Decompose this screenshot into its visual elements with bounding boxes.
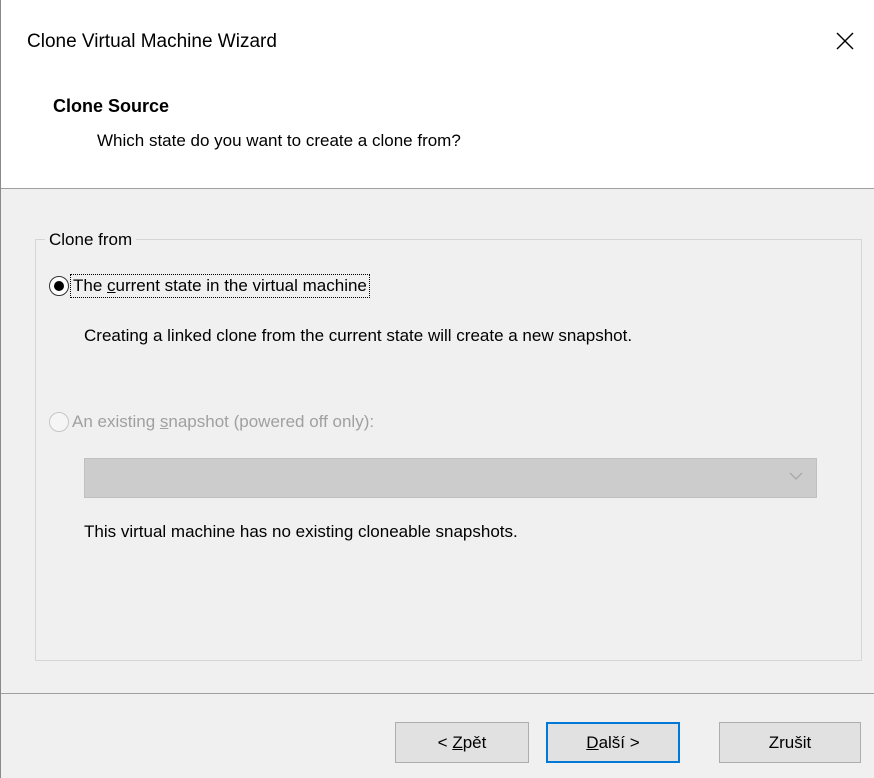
close-icon — [836, 32, 854, 50]
back-button-label-pre: < — [437, 732, 453, 752]
close-button[interactable] — [815, 16, 874, 66]
back-button-label-post: pět — [462, 732, 487, 752]
title-bar: Clone Virtual Machine Wizard — [1, 0, 874, 72]
current-state-description: Creating a linked clone from the current… — [84, 326, 633, 345]
back-button[interactable]: < Zpět — [395, 722, 529, 763]
page-subtitle: Which state do you want to create a clon… — [97, 131, 461, 150]
clone-from-groupbox — [35, 239, 862, 661]
next-button-access-key: D — [586, 732, 599, 752]
radio-selected-dot — [54, 281, 64, 291]
page-title: Clone Source — [53, 96, 170, 116]
snapshot-select[interactable] — [84, 458, 817, 498]
clone-vm-wizard-dialog: Clone Virtual Machine Wizard Clone Sourc… — [0, 0, 874, 778]
no-snapshots-message: This virtual machine has no existing clo… — [84, 522, 518, 541]
cancel-button[interactable]: Zrušit — [719, 722, 861, 763]
current-state-label-post: urrent state in the virtual machine — [115, 276, 367, 295]
current-state-radio-option[interactable]: The current state in the virtual machine — [49, 274, 370, 298]
clone-from-group-label: Clone from — [45, 230, 137, 250]
current-state-radio-label[interactable]: The current state in the virtual machine — [70, 274, 370, 298]
existing-snapshot-label-pre: An existing — [72, 412, 160, 431]
existing-snapshot-radio-option[interactable]: An existing snapshot (powered off only): — [49, 412, 374, 432]
current-state-access-key: c — [107, 276, 116, 295]
footer-divider — [1, 693, 874, 694]
next-button-label-post: alší > — [598, 732, 640, 752]
chevron-down-icon — [789, 472, 803, 480]
wizard-header: Clone Source Which state do you want to … — [1, 72, 874, 189]
current-state-radio[interactable] — [49, 276, 69, 296]
window-title: Clone Virtual Machine Wizard — [27, 31, 277, 52]
existing-snapshot-radio[interactable] — [49, 412, 69, 432]
back-button-access-key: Z — [452, 732, 463, 752]
next-button[interactable]: Další > — [546, 722, 680, 763]
existing-snapshot-label-post: napshot (powered off only): — [168, 412, 375, 431]
existing-snapshot-radio-label[interactable]: An existing snapshot (powered off only): — [72, 412, 374, 432]
current-state-label-pre: The — [73, 276, 108, 295]
